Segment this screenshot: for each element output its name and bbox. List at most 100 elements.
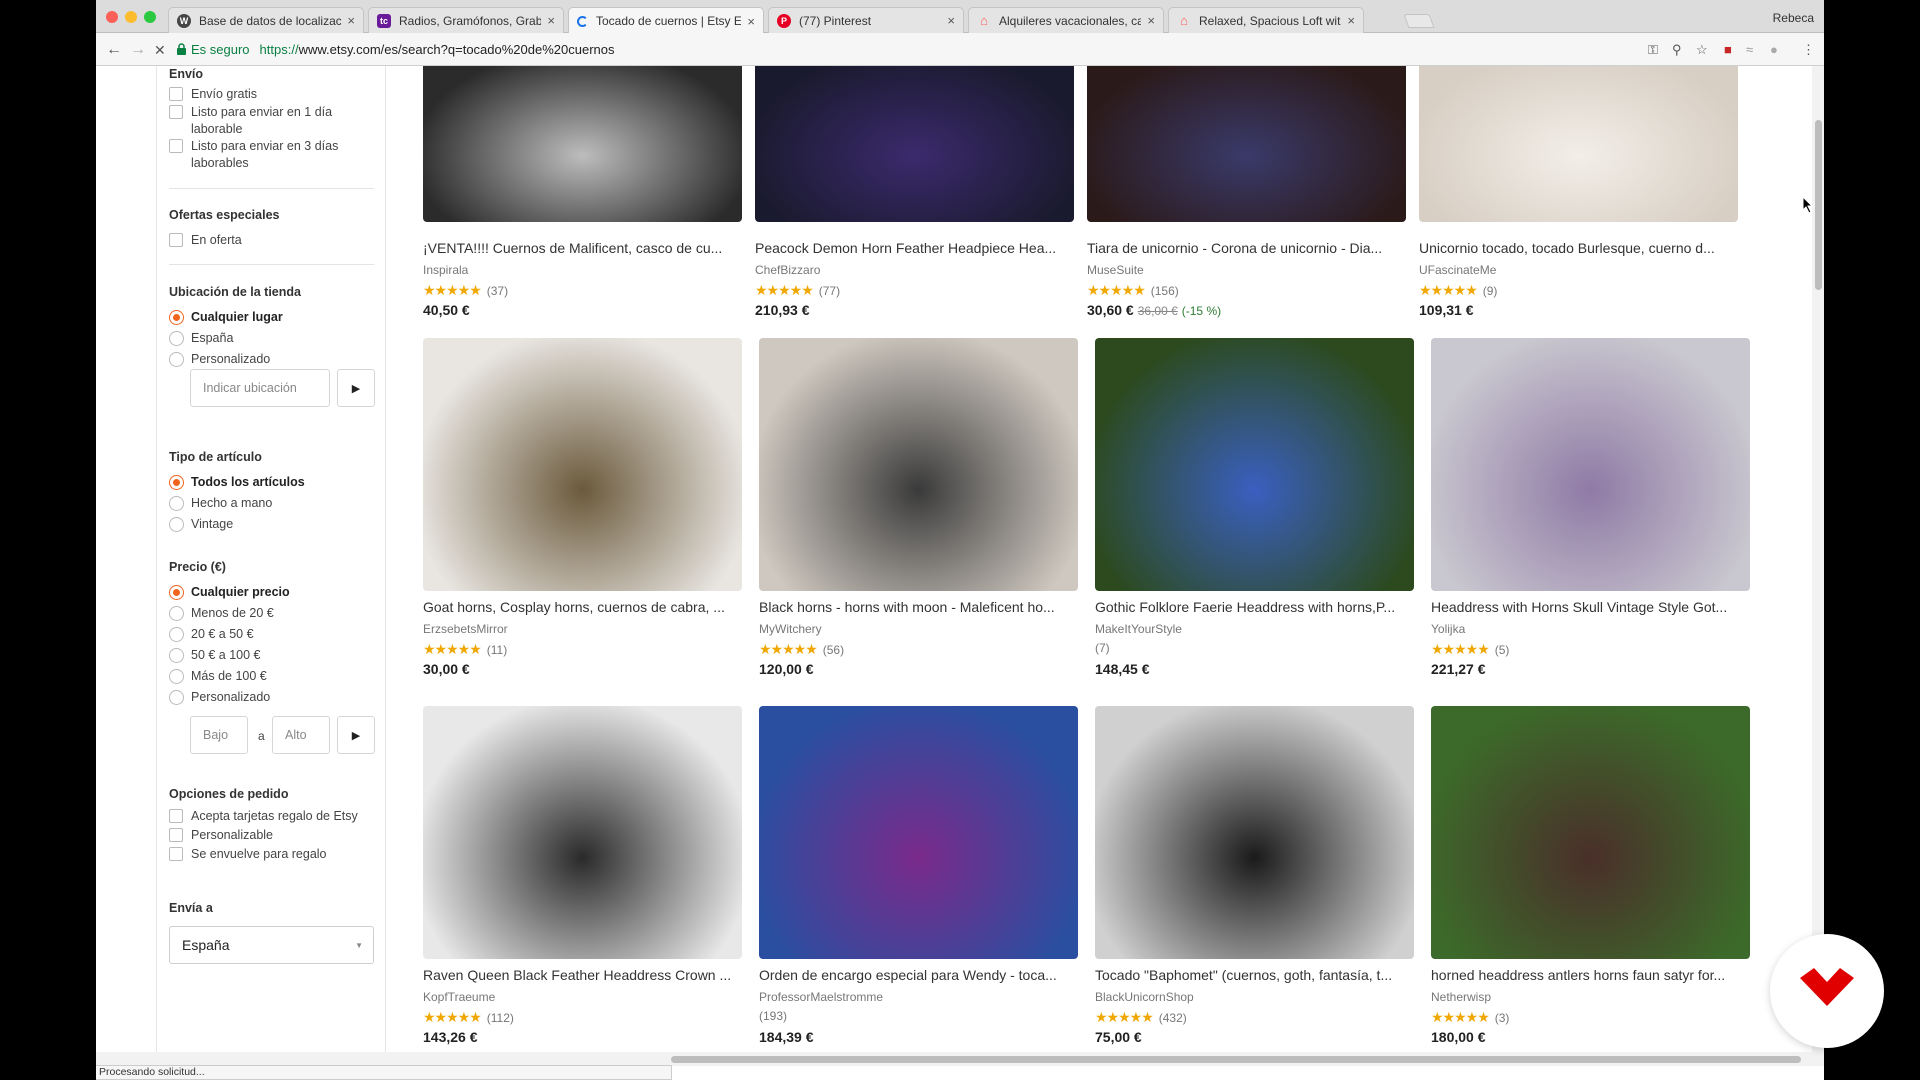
radio-button[interactable] xyxy=(169,496,184,511)
checkbox[interactable] xyxy=(169,828,183,842)
listing-image[interactable] xyxy=(1431,706,1750,959)
listing-image[interactable] xyxy=(423,66,742,222)
shop-name[interactable]: MakeItYourStyle xyxy=(1095,622,1182,636)
gift-cards-checkbox[interactable]: Acepta tarjetas regalo de Etsy xyxy=(169,808,374,825)
vertical-scrollbar[interactable] xyxy=(1812,66,1824,1066)
listing-image[interactable] xyxy=(1419,66,1738,222)
listing-title[interactable]: Goat horns, Cosplay horns, cuernos de ca… xyxy=(423,599,742,615)
price-50-100-radio[interactable]: 50 € a 100 € xyxy=(169,647,374,664)
listing-title[interactable]: Black horns - horns with moon - Malefice… xyxy=(759,599,1078,615)
radio-button[interactable] xyxy=(169,517,184,532)
radio-button[interactable] xyxy=(169,585,184,600)
listing-image[interactable] xyxy=(759,338,1078,591)
tab-airbnb-rentals[interactable]: ⌂ Alquileres vacacionales, casas × xyxy=(968,7,1164,33)
radio-button[interactable] xyxy=(169,352,184,367)
listing-image[interactable] xyxy=(1095,338,1414,591)
tab-airbnb-loft[interactable]: ⌂ Relaxed, Spacious Loft with Je × xyxy=(1168,7,1364,33)
ship-to-select[interactable]: España ▼ xyxy=(169,926,374,964)
radio-button[interactable] xyxy=(169,606,184,621)
address-bar[interactable]: Es seguro https://www.etsy.com/es/search… xyxy=(176,37,1736,61)
shop-name[interactable]: Yolijka xyxy=(1431,622,1465,636)
tab-locations-db[interactable]: W Base de datos de localizacione × xyxy=(168,7,364,33)
price-go-button[interactable]: ▶ xyxy=(337,716,375,754)
extension-icon[interactable]: ≈ xyxy=(1746,42,1753,57)
location-go-button[interactable]: ▶ xyxy=(337,369,375,407)
listing-title[interactable]: Tiara de unicornio - Corona de unicornio… xyxy=(1087,240,1406,256)
url-text[interactable]: https://www.etsy.com/es/search?q=tocado%… xyxy=(260,42,615,57)
price-20-50-radio[interactable]: 20 € a 50 € xyxy=(169,626,374,643)
extension-icon[interactable]: ■ xyxy=(1724,42,1732,57)
price-over-100-radio[interactable]: Más de 100 € xyxy=(169,668,374,685)
type-handmade-radio[interactable]: Hecho a mano xyxy=(169,495,374,512)
checkbox[interactable] xyxy=(169,139,183,153)
new-tab-button[interactable] xyxy=(1403,14,1435,28)
shop-name[interactable]: Netherwisp xyxy=(1431,990,1491,1004)
listing-image[interactable] xyxy=(759,706,1078,959)
listing-image[interactable] xyxy=(423,338,742,591)
key-icon[interactable]: ⚿ xyxy=(1648,42,1658,58)
scroll-thumb[interactable] xyxy=(1815,120,1822,290)
shop-name[interactable]: MyWitchery xyxy=(759,622,822,636)
listing-title[interactable]: ¡VENTA!!!! Cuernos de Malificent, casco … xyxy=(423,240,742,256)
close-tab-icon[interactable]: × xyxy=(347,13,355,28)
checkbox[interactable] xyxy=(169,847,183,861)
listing-title[interactable]: Raven Queen Black Feather Headdress Crow… xyxy=(423,967,742,983)
shop-name[interactable]: ErzsebetsMirror xyxy=(423,622,508,636)
checkbox[interactable] xyxy=(169,233,183,247)
listing-title[interactable]: Headdress with Horns Skull Vintage Style… xyxy=(1431,599,1750,615)
shop-name[interactable]: ChefBizzaro xyxy=(755,263,820,277)
listing-title[interactable]: Unicornio tocado, tocado Burlesque, cuer… xyxy=(1419,240,1738,256)
radio-button[interactable] xyxy=(169,331,184,346)
checkbox[interactable] xyxy=(169,809,183,823)
tab-radios[interactable]: tc Radios, Gramófonos, Grabado × xyxy=(368,7,564,33)
radio-button[interactable] xyxy=(169,310,184,325)
shop-name[interactable]: BlackUnicornShop xyxy=(1095,990,1194,1004)
scroll-thumb[interactable] xyxy=(671,1056,1801,1063)
close-tab-icon[interactable]: × xyxy=(1147,13,1155,28)
location-input[interactable]: Indicar ubicación xyxy=(190,369,330,407)
listing-image[interactable] xyxy=(755,66,1074,222)
customizable-checkbox[interactable]: Personalizable xyxy=(169,827,374,844)
profile-name[interactable]: Rebeca xyxy=(1773,11,1814,25)
zoom-icon[interactable]: ⚲ xyxy=(1672,42,1682,58)
ready-1-day-checkbox[interactable]: Listo para enviar en 1 día laborable xyxy=(169,104,374,138)
radio-button[interactable] xyxy=(169,475,184,490)
radio-button[interactable] xyxy=(169,648,184,663)
radio-button[interactable] xyxy=(169,627,184,642)
checkbox[interactable] xyxy=(169,105,183,119)
extension-icon[interactable]: ● xyxy=(1770,42,1778,57)
ready-3-days-checkbox[interactable]: Listo para enviar en 3 días laborables xyxy=(169,138,374,172)
location-spain-radio[interactable]: España xyxy=(169,330,374,347)
shop-name[interactable]: Inspirala xyxy=(423,263,468,277)
location-any-radio[interactable]: Cualquier lugar xyxy=(169,309,374,326)
on-sale-checkbox[interactable]: En oferta xyxy=(169,232,374,249)
price-any-radio[interactable]: Cualquier precio xyxy=(169,584,374,601)
listing-title[interactable]: Orden de encargo especial para Wendy - t… xyxy=(759,967,1078,983)
forward-arrow-icon[interactable]: → xyxy=(130,41,146,59)
listing-title[interactable]: horned headdress antlers horns faun saty… xyxy=(1431,967,1750,983)
close-tab-icon[interactable]: × xyxy=(547,13,555,28)
listing-title[interactable]: Peacock Demon Horn Feather Headpiece Hea… xyxy=(755,240,1074,256)
maximize-window-button[interactable] xyxy=(144,11,156,23)
close-tab-icon[interactable]: × xyxy=(1347,13,1355,28)
radio-button[interactable] xyxy=(169,690,184,705)
free-shipping-checkbox[interactable]: Envío gratis xyxy=(169,86,374,103)
tab-pinterest[interactable]: P (77) Pinterest × xyxy=(768,7,964,33)
type-vintage-radio[interactable]: Vintage xyxy=(169,516,374,533)
listing-title[interactable]: Gothic Folklore Faerie Headdress with ho… xyxy=(1095,599,1414,615)
bookmark-star-icon[interactable]: ☆ xyxy=(1696,42,1708,58)
listing-image[interactable] xyxy=(423,706,742,959)
menu-dots-icon[interactable]: ⋮ xyxy=(1802,42,1815,58)
close-window-button[interactable] xyxy=(106,11,118,23)
close-tab-icon[interactable]: × xyxy=(747,14,755,29)
back-arrow-icon[interactable]: ← xyxy=(106,41,122,59)
gift-wrap-checkbox[interactable]: Se envuelve para regalo xyxy=(169,846,374,863)
stop-loading-icon[interactable]: ✕ xyxy=(154,42,166,59)
shop-name[interactable]: MuseSuite xyxy=(1087,263,1144,277)
listing-image[interactable] xyxy=(1095,706,1414,959)
price-low-input[interactable]: Bajo xyxy=(190,716,248,754)
shop-name[interactable]: KopfTraeume xyxy=(423,990,495,1004)
floating-logo-badge[interactable] xyxy=(1770,934,1884,1048)
listing-image[interactable] xyxy=(1431,338,1750,591)
location-custom-radio[interactable]: Personalizado xyxy=(169,351,374,368)
